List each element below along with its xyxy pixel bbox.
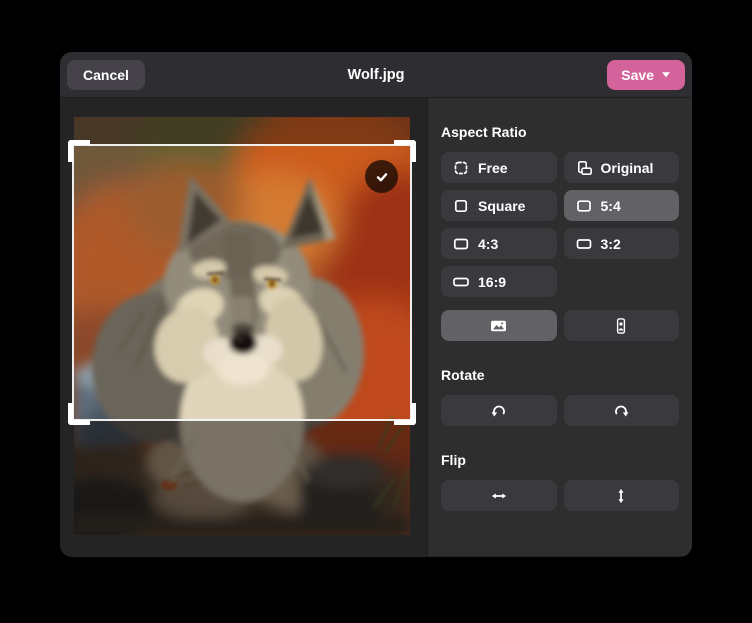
flip-options [441, 480, 679, 511]
aspect-3-2-label: 3:2 [601, 236, 621, 252]
flip-horizontal-button[interactable] [441, 480, 557, 511]
rotate-options [441, 395, 679, 426]
crop-dim-overlay-bottom [74, 419, 410, 535]
aspect-5-4-button[interactable]: 5:4 [564, 190, 680, 221]
crop-handle-bottom-left[interactable] [68, 403, 90, 425]
window-title: Wolf.jpg [60, 67, 692, 83]
flip-vertical-icon [613, 488, 629, 504]
landscape-orientation-button[interactable] [441, 310, 557, 341]
rotate-counterclockwise-button[interactable] [441, 395, 557, 426]
crop-handle-top-right[interactable] [394, 140, 416, 162]
aspect-free-label: Free [478, 160, 508, 176]
aspect-3-2-button[interactable]: 3:2 [564, 228, 680, 259]
free-aspect-icon [453, 160, 469, 176]
aspect-4-3-button[interactable]: 4:3 [441, 228, 557, 259]
rect-16-9-icon [453, 274, 469, 290]
flip-heading: Flip [441, 452, 679, 468]
rect-3-2-icon [576, 236, 592, 252]
rotate-clockwise-button[interactable] [564, 395, 680, 426]
rect-5-4-icon [576, 198, 592, 214]
aspect-ratio-options: Free Original Square [441, 152, 679, 297]
crop-canvas [60, 98, 427, 556]
cancel-button[interactable]: Cancel [67, 60, 145, 90]
image-editor-dialog: Cancel Wolf.jpg Save [60, 52, 692, 557]
rotate-heading: Rotate [441, 367, 679, 383]
rect-4-3-icon [453, 236, 469, 252]
save-button[interactable]: Save [607, 60, 685, 90]
portrait-orientation-button[interactable] [564, 310, 680, 341]
original-aspect-icon [576, 160, 592, 176]
flip-vertical-button[interactable] [564, 480, 680, 511]
aspect-square-label: Square [478, 198, 525, 214]
aspect-free-button[interactable]: Free [441, 152, 557, 183]
aspect-square-button[interactable]: Square [441, 190, 557, 221]
aspect-4-3-label: 4:3 [478, 236, 498, 252]
aspect-ratio-heading: Aspect Ratio [441, 124, 679, 140]
grid-spacer [564, 266, 680, 297]
checkmark-icon [374, 169, 390, 185]
square-aspect-icon [453, 198, 469, 214]
aspect-5-4-label: 5:4 [601, 198, 621, 214]
flip-horizontal-icon [491, 488, 507, 504]
aspect-16-9-label: 16:9 [478, 274, 506, 290]
orientation-options [441, 310, 679, 341]
save-button-label: Save [621, 67, 654, 83]
chevron-down-icon [661, 71, 671, 78]
crop-handle-top-left[interactable] [68, 140, 90, 162]
aspect-original-label: Original [601, 160, 654, 176]
rotate-clockwise-icon [613, 403, 629, 419]
apply-crop-button[interactable] [365, 160, 398, 193]
portrait-orientation-icon [613, 318, 629, 334]
aspect-original-button[interactable]: Original [564, 152, 680, 183]
crop-dim-overlay-top [74, 117, 410, 146]
aspect-16-9-button[interactable]: 16:9 [441, 266, 557, 297]
edit-options-panel: Aspect Ratio Free Original [427, 98, 692, 556]
headerbar: Cancel Wolf.jpg Save [60, 52, 692, 98]
landscape-orientation-icon [490, 318, 507, 334]
rotate-counterclockwise-icon [491, 403, 507, 419]
crop-handle-bottom-right[interactable] [394, 403, 416, 425]
wolf-photo [74, 117, 410, 535]
crop-selection-frame[interactable] [72, 144, 412, 421]
